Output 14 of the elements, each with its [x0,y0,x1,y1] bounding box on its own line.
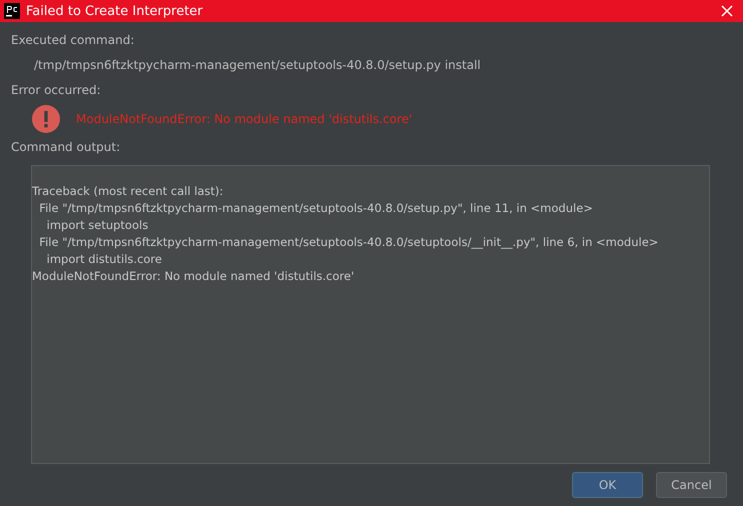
command-text: /tmp/tmpsn6ftzktpycharm-management/setuptools-40.8.0/setup.py install [34,57,482,73]
output-line: import setuptools [46,217,148,234]
section-label: Executed command: [11,32,136,48]
output-line: Traceback (most recent call last): [32,183,224,200]
output-line: ModuleNotFoundError: No module named 'distutils.core' [32,268,354,285]
window-title: Failed to Create Interpreter [26,4,204,18]
cancel-button[interactable]: Cancel [656,472,727,498]
error-message: ModuleNotFoundError: No module named 'distutils.core' [76,112,412,126]
output-line: File "/tmp/tmpsn6ftzktpycharm-management/setuptools-40.8.0/setuptools/__init__.py", line 6, in <module> [38,234,658,251]
output-line: File "/tmp/tmpsn6ftzktpycharm-management/setuptools-40.8.0/setup.py", line 11, in <module> [38,200,593,217]
section-label: Command output: [11,139,122,155]
output-line: import distutils.core [46,251,162,268]
ok-button[interactable]: OK [572,472,643,498]
section-label: Error occurred: [11,82,102,98]
